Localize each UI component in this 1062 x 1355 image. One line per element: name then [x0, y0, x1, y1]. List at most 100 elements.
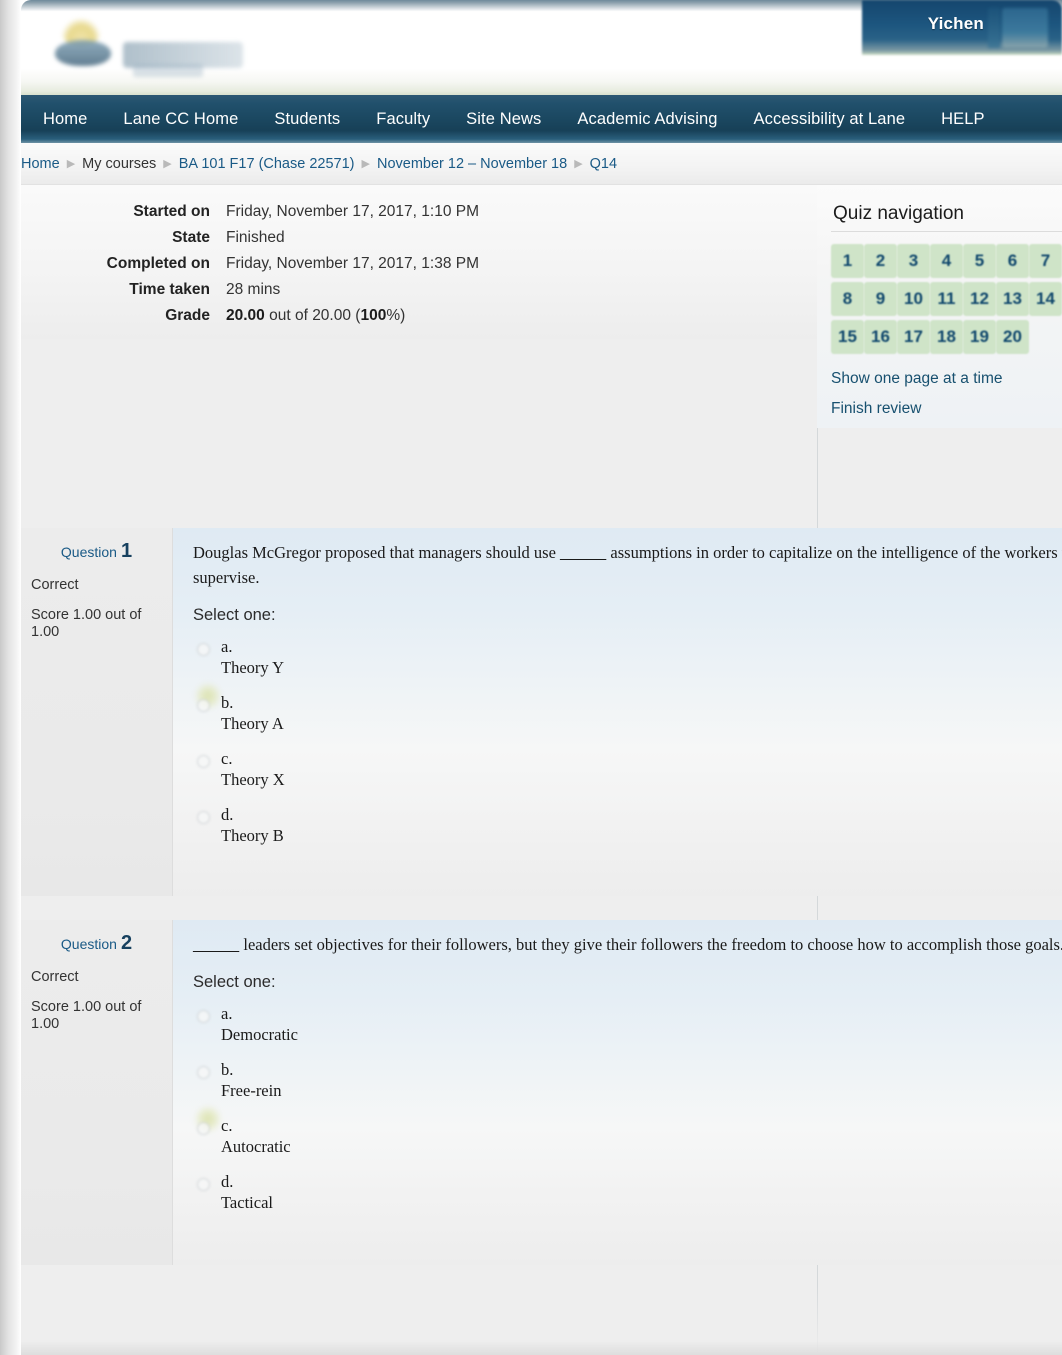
site-logo[interactable] — [37, 12, 257, 77]
answer-option[interactable]: c. Theory X — [173, 743, 1062, 799]
answer-option[interactable]: d. Tactical — [173, 1166, 1062, 1222]
quiz-nav-button-12[interactable]: 12 — [963, 282, 996, 316]
main-content: Started on Friday, November 17, 2017, 1:… — [21, 185, 1062, 1355]
quiz-nav-button-5[interactable]: 5 — [963, 244, 996, 278]
radio-button-icon[interactable] — [197, 1010, 210, 1023]
answer-text: Free-rein — [221, 1081, 282, 1100]
radio-button-icon[interactable] — [197, 699, 210, 712]
answer-option[interactable]: b. Free-rein — [173, 1054, 1062, 1132]
quiz-nav-button-18[interactable]: 18 — [930, 320, 963, 354]
radio-button-icon[interactable] — [197, 811, 210, 824]
page-bottom-shadow — [21, 1341, 1062, 1355]
chevron-right-icon: ▶ — [66, 158, 76, 170]
nav-item-site-news[interactable]: Site News — [448, 104, 559, 135]
question-text-part-1: Douglas McGregor proposed that managers … — [193, 543, 561, 562]
question-number: Question 2 — [31, 932, 162, 955]
answer-option[interactable]: a. Theory Y — [173, 631, 1062, 709]
page-frame: Yichen Home Lane CC Home Students Facult… — [0, 0, 1062, 1355]
question-text-part-2: assumptions in order to capitalize on th… — [606, 543, 1062, 562]
breadcrumb-item-home[interactable]: Home — [21, 156, 60, 172]
answer-option[interactable]: a. Democratic — [173, 998, 1062, 1054]
answer-list: a. Democratic b. Free-rein c. Autocratic… — [173, 998, 1062, 1230]
quiz-navigation-title: Quiz navigation — [833, 203, 964, 224]
summary-value-grade: 20.00 out of 20.00 (100%) — [226, 303, 405, 329]
question-score: Score 1.00 out of 1.00 — [31, 607, 142, 640]
quiz-navigation-grid: 1 2 3 4 5 6 7 8 9 10 11 12 13 14 15 16 1… — [831, 244, 1062, 358]
quiz-nav-button-20[interactable]: 20 — [996, 320, 1029, 354]
question-block: Question 1 Correct Score 1.00 out of 1.00… — [21, 528, 1062, 896]
nav-item-faculty[interactable]: Faculty — [358, 104, 448, 135]
nav-item-lane-cc-home[interactable]: Lane CC Home — [105, 104, 256, 135]
question-number: Question 1 — [31, 540, 162, 563]
quiz-nav-button-1[interactable]: 1 — [831, 244, 864, 278]
breadcrumb-item-quiz[interactable]: Q14 — [590, 156, 617, 172]
finish-review-link[interactable]: Finish review — [831, 400, 1062, 418]
quiz-nav-button-14[interactable]: 14 — [1029, 282, 1062, 316]
quiz-nav-button-16[interactable]: 16 — [864, 320, 897, 354]
quiz-nav-button-2[interactable]: 2 — [864, 244, 897, 278]
quiz-nav-button-19[interactable]: 19 — [963, 320, 996, 354]
select-one-label: Select one: — [193, 606, 276, 624]
summary-row: Time taken 28 mins — [21, 277, 817, 303]
quiz-nav-button-9[interactable]: 9 — [864, 282, 897, 316]
question-info-panel: Question 2 Correct Score 1.00 out of 1.00 — [21, 920, 173, 1265]
breadcrumb-item-week[interactable]: November 12 – November 18 — [377, 156, 567, 172]
answer-option[interactable]: c. Autocratic — [173, 1110, 1062, 1166]
radio-button-icon[interactable] — [197, 1122, 210, 1135]
quiz-nav-button-6[interactable]: 6 — [996, 244, 1029, 278]
breadcrumb-item-course[interactable]: BA 101 F17 (Chase 22571) — [179, 156, 355, 172]
question-blank: _____ — [193, 935, 240, 954]
summary-key-started-on: Started on — [133, 203, 210, 220]
quiz-navigation-block: Quiz navigation 1 2 3 4 5 6 7 8 9 10 11 — [817, 185, 1062, 428]
quiz-nav-button-3[interactable]: 3 — [897, 244, 930, 278]
summary-value-started-on: Friday, November 17, 2017, 1:10 PM — [226, 203, 480, 220]
quiz-nav-button-7[interactable]: 7 — [1029, 244, 1062, 278]
nav-item-academic-advising[interactable]: Academic Advising — [559, 104, 735, 135]
chevron-right-icon: ▶ — [361, 158, 370, 170]
quiz-nav-button-11[interactable]: 11 — [930, 282, 963, 316]
answer-option[interactable]: d. Theory B — [173, 799, 1062, 855]
quiz-nav-button-4[interactable]: 4 — [930, 244, 963, 278]
answer-letter: d. — [221, 805, 234, 824]
question-info-panel: Question 1 Correct Score 1.00 out of 1.00 — [21, 528, 173, 896]
quiz-nav-button-10[interactable]: 10 — [897, 282, 930, 316]
quiz-nav-button-15[interactable]: 15 — [831, 320, 864, 354]
answer-letter: d. — [221, 1172, 234, 1191]
summary-key-state: State — [172, 229, 210, 246]
radio-button-icon[interactable] — [197, 1178, 210, 1191]
answer-letter: c. — [221, 749, 233, 768]
answer-letter: b. — [221, 1060, 234, 1079]
question-text-part-2: leaders set objectives for their followe… — [239, 935, 1062, 954]
user-name-label[interactable]: Yichen — [928, 14, 984, 34]
radio-button-icon[interactable] — [197, 1066, 210, 1079]
question-number-label: Question — [60, 936, 117, 952]
answer-option[interactable]: b. Theory A — [173, 687, 1062, 743]
summary-key-grade: Grade — [165, 307, 210, 324]
answer-list: a. Theory Y b. Theory A c. Theory X d. T… — [173, 631, 1062, 863]
question-blank: _____ — [560, 543, 607, 562]
nav-item-help[interactable]: HELP — [923, 104, 1003, 135]
quiz-nav-button-13[interactable]: 13 — [996, 282, 1029, 316]
summary-value-completed-on: Friday, November 17, 2017, 1:38 PM — [226, 255, 480, 272]
answer-text: Tactical — [221, 1193, 273, 1212]
answer-letter: a. — [221, 1004, 233, 1023]
answer-text: Theory B — [221, 826, 284, 845]
quiz-nav-button-8[interactable]: 8 — [831, 282, 864, 316]
question-state: Correct — [31, 969, 79, 985]
avatar[interactable] — [1002, 8, 1048, 48]
quiz-nav-button-17[interactable]: 17 — [897, 320, 930, 354]
radio-button-icon[interactable] — [197, 755, 210, 768]
nav-item-home[interactable]: Home — [25, 104, 105, 135]
radio-button-icon[interactable] — [197, 643, 210, 656]
show-one-page-at-a-time-link[interactable]: Show one page at a time — [831, 370, 1062, 388]
grade-tail: %) — [386, 307, 406, 324]
question-state: Correct — [31, 577, 79, 593]
summary-value-time-taken: 28 mins — [226, 281, 281, 298]
page-root: Yichen Home Lane CC Home Students Facult… — [0, 0, 1062, 1355]
nav-item-accessibility-at-lane[interactable]: Accessibility at Lane — [736, 104, 924, 135]
grade-score: 20.00 — [226, 307, 265, 324]
site-header: Yichen — [21, 0, 1062, 95]
question-text: Douglas McGregor proposed that managers … — [173, 528, 1062, 600]
answer-text: Theory Y — [221, 658, 285, 677]
nav-item-students[interactable]: Students — [256, 104, 358, 135]
